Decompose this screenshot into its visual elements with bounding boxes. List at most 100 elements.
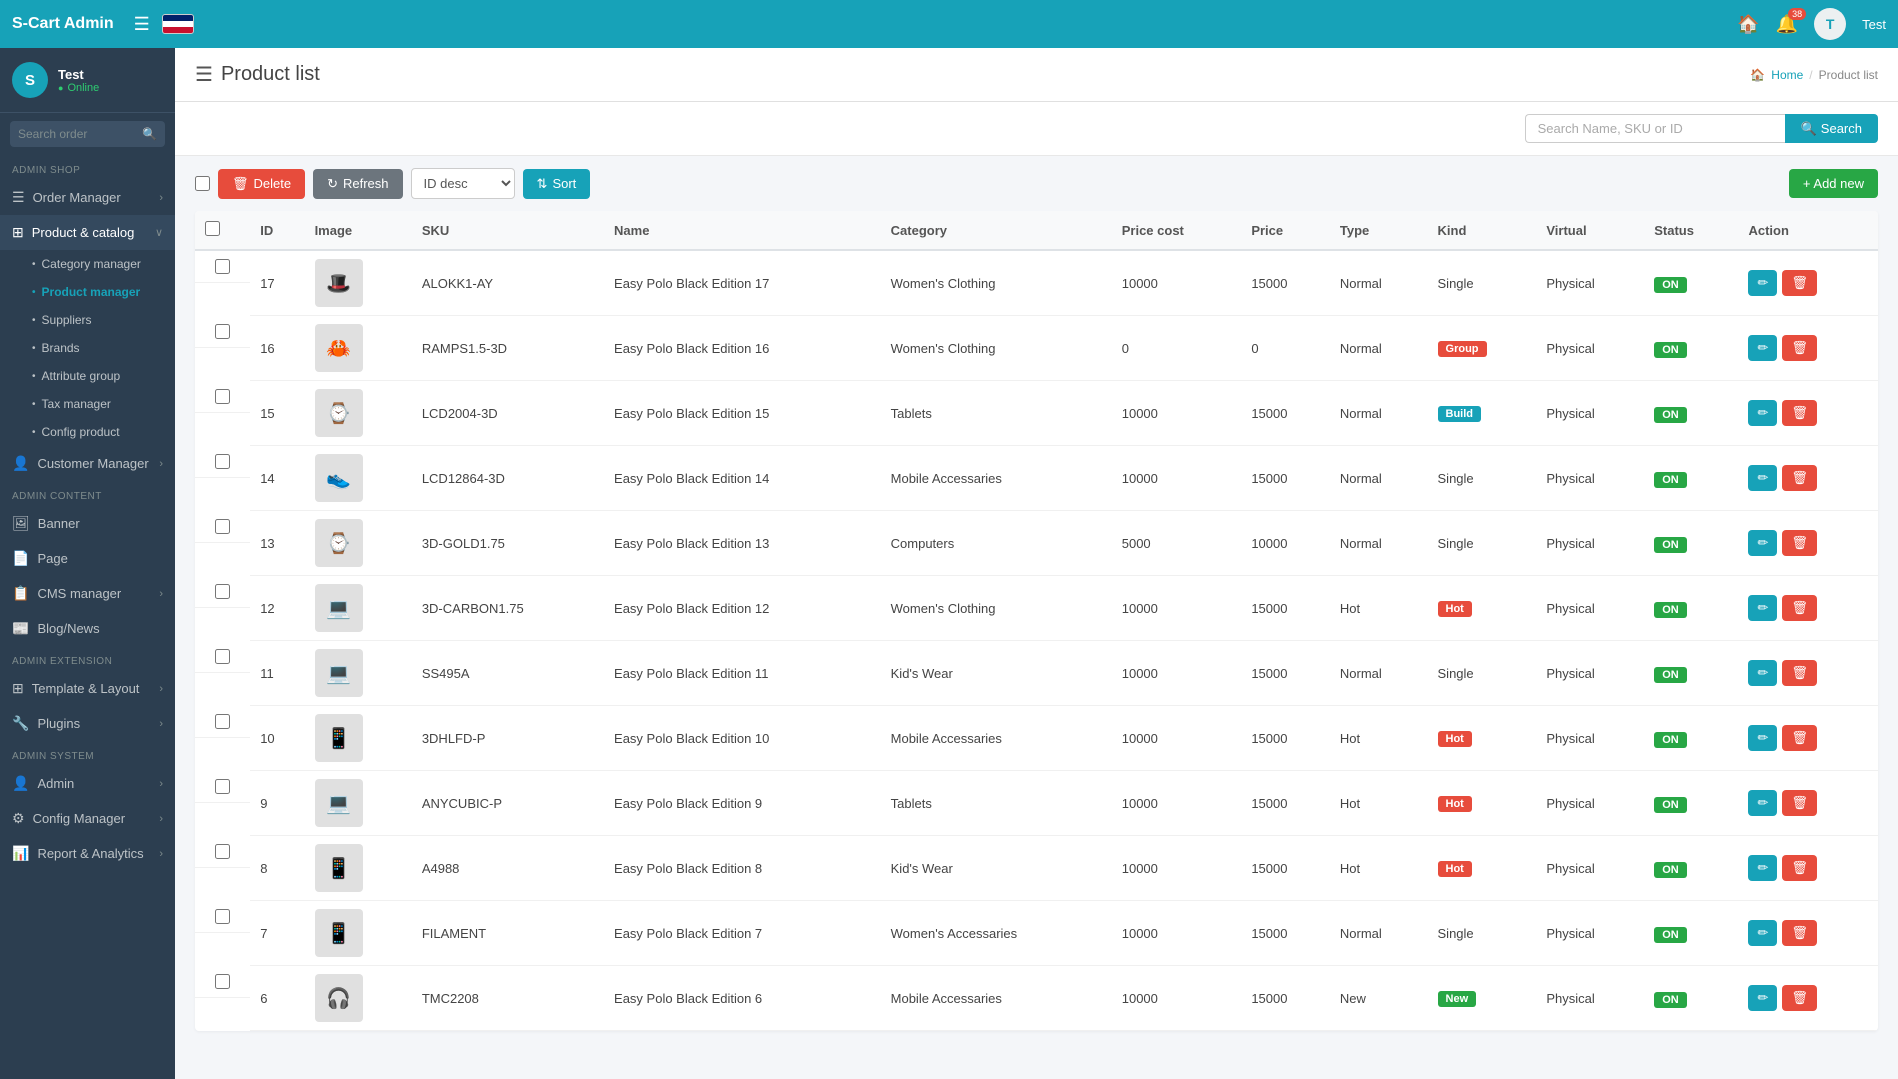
- search-icon: 🔍: [1801, 121, 1817, 137]
- sidebar-sub-config-product[interactable]: • Config product: [0, 418, 175, 446]
- product-image: 💻: [315, 649, 363, 697]
- sort-button[interactable]: ⇅ Sort: [523, 169, 591, 199]
- row-checkbox[interactable]: [215, 844, 230, 859]
- select-all-checkbox[interactable]: [195, 176, 210, 191]
- cell-virtual: Physical: [1536, 706, 1644, 771]
- notification-bell-icon[interactable]: 🔔38: [1776, 14, 1798, 35]
- kind-text: Single: [1438, 536, 1474, 551]
- delete-row-button[interactable]: 🗑: [1782, 920, 1817, 946]
- cell-type: Hot: [1330, 706, 1428, 771]
- refresh-button[interactable]: ↻ Refresh: [313, 169, 402, 199]
- row-checkbox[interactable]: [215, 519, 230, 534]
- config-icon: ⚙: [12, 810, 25, 827]
- cell-kind: Single: [1428, 511, 1537, 576]
- add-new-button[interactable]: + Add new: [1789, 169, 1878, 198]
- sidebar-item-report-analytics[interactable]: 📊 Report & Analytics ›: [0, 836, 175, 871]
- sidebar-item-blog-news[interactable]: 📰 Blog/News: [0, 611, 175, 646]
- sidebar-item-cms-manager[interactable]: 📋 CMS manager ›: [0, 576, 175, 611]
- row-checkbox[interactable]: [215, 649, 230, 664]
- row-checkbox[interactable]: [215, 259, 230, 274]
- header-checkbox[interactable]: [205, 221, 220, 236]
- search-button[interactable]: 🔍 Search: [1785, 114, 1878, 143]
- delete-row-button[interactable]: 🗑: [1782, 465, 1817, 491]
- th-price-cost: Price cost: [1112, 211, 1242, 250]
- table-row: 12 💻 3D-CARBON1.75 Easy Polo Black Editi…: [195, 576, 1878, 641]
- sidebar-item-admin[interactable]: 👤 Admin ›: [0, 766, 175, 801]
- sidebar-item-template-layout[interactable]: ⊞ Template & Layout ›: [0, 671, 175, 706]
- cell-sku: LCD12864-3D: [412, 446, 604, 511]
- language-flag[interactable]: [162, 14, 194, 34]
- search-icon: 🔍: [142, 127, 157, 141]
- edit-button[interactable]: ✏: [1748, 725, 1777, 751]
- sidebar-item-config-manager[interactable]: ⚙ Config Manager ›: [0, 801, 175, 836]
- edit-button[interactable]: ✏: [1748, 595, 1777, 621]
- product-image: 💻: [315, 779, 363, 827]
- sidebar-sub-brands[interactable]: • Brands: [0, 334, 175, 362]
- delete-row-button[interactable]: 🗑: [1782, 790, 1817, 816]
- cell-price: 15000: [1241, 381, 1330, 446]
- edit-button[interactable]: ✏: [1748, 270, 1777, 296]
- breadcrumb-home[interactable]: Home: [1771, 68, 1803, 82]
- cell-action: ✏ 🗑: [1738, 836, 1878, 901]
- sidebar-sub-tax-manager[interactable]: • Tax manager: [0, 390, 175, 418]
- cell-virtual: Physical: [1536, 771, 1644, 836]
- sidebar-item-page[interactable]: 📄 Page: [0, 541, 175, 576]
- cell-virtual: Physical: [1536, 836, 1644, 901]
- delete-row-button[interactable]: 🗑: [1782, 855, 1817, 881]
- sidebar-item-order-manager[interactable]: ☰ Order Manager ›: [0, 180, 175, 215]
- sidebar-item-customer-manager[interactable]: 👤 Customer Manager ›: [0, 446, 175, 481]
- edit-button[interactable]: ✏: [1748, 660, 1777, 686]
- row-checkbox[interactable]: [215, 324, 230, 339]
- sort-select[interactable]: ID desc ID asc Name asc Name desc Price …: [411, 168, 515, 199]
- row-checkbox[interactable]: [215, 779, 230, 794]
- edit-button[interactable]: ✏: [1748, 530, 1777, 556]
- cell-status: ON: [1644, 446, 1738, 511]
- row-checkbox[interactable]: [215, 974, 230, 989]
- user-avatar[interactable]: T: [1814, 8, 1846, 40]
- cell-price-cost: 10000: [1112, 901, 1242, 966]
- sidebar-item-label-config: Config Manager: [33, 811, 126, 826]
- delete-row-button[interactable]: 🗑: [1782, 595, 1817, 621]
- sidebar-sub-attribute-group[interactable]: • Attribute group: [0, 362, 175, 390]
- delete-row-button[interactable]: 🗑: [1782, 335, 1817, 361]
- product-search-input[interactable]: [1525, 114, 1785, 143]
- row-checkbox[interactable]: [215, 714, 230, 729]
- th-id: ID: [250, 211, 304, 250]
- delete-button[interactable]: 🗑 Delete: [218, 169, 305, 199]
- edit-button[interactable]: ✏: [1748, 855, 1777, 881]
- edit-button[interactable]: ✏: [1748, 335, 1777, 361]
- edit-button[interactable]: ✏: [1748, 400, 1777, 426]
- sidebar-sub-suppliers[interactable]: • Suppliers: [0, 306, 175, 334]
- row-checkbox[interactable]: [215, 909, 230, 924]
- delete-row-button[interactable]: 🗑: [1782, 985, 1817, 1011]
- status-badge: ON: [1654, 602, 1687, 618]
- sub-label-attribute: Attribute group: [42, 369, 121, 383]
- row-checkbox[interactable]: [215, 389, 230, 404]
- table-row: 13 ⌚ 3D-GOLD1.75 Easy Polo Black Edition…: [195, 511, 1878, 576]
- delete-row-button[interactable]: 🗑: [1782, 400, 1817, 426]
- edit-button[interactable]: ✏: [1748, 985, 1777, 1011]
- sidebar-item-product-catalog[interactable]: ⊞ Product & catalog ∨: [0, 215, 175, 250]
- row-checkbox[interactable]: [215, 584, 230, 599]
- row-checkbox[interactable]: [215, 454, 230, 469]
- status-badge: ON: [1654, 667, 1687, 683]
- cell-category: Tablets: [881, 771, 1112, 836]
- delete-row-button[interactable]: 🗑: [1782, 725, 1817, 751]
- cell-id: 13: [250, 511, 304, 576]
- sidebar-item-label-customer: Customer Manager: [37, 456, 148, 471]
- sidebar-item-plugins[interactable]: 🔧 Plugins ›: [0, 706, 175, 741]
- sidebar-item-banner[interactable]: 🖼 Banner: [0, 506, 175, 541]
- delete-row-button[interactable]: 🗑: [1782, 660, 1817, 686]
- delete-row-button[interactable]: 🗑: [1782, 530, 1817, 556]
- sidebar-profile: S Test Online: [0, 48, 175, 113]
- hamburger-icon[interactable]: ☰: [134, 14, 150, 35]
- edit-button[interactable]: ✏: [1748, 790, 1777, 816]
- edit-button[interactable]: ✏: [1748, 465, 1777, 491]
- edit-button[interactable]: ✏: [1748, 920, 1777, 946]
- home-icon[interactable]: 🏠: [1737, 14, 1759, 35]
- topbar: S-Cart Admin ☰ 🏠 🔔38 T Test: [0, 0, 1898, 48]
- kind-badge: New: [1438, 991, 1477, 1007]
- sidebar-sub-product-manager[interactable]: • Product manager: [0, 278, 175, 306]
- sidebar-sub-category-manager[interactable]: • Category manager: [0, 250, 175, 278]
- delete-row-button[interactable]: 🗑: [1782, 270, 1817, 296]
